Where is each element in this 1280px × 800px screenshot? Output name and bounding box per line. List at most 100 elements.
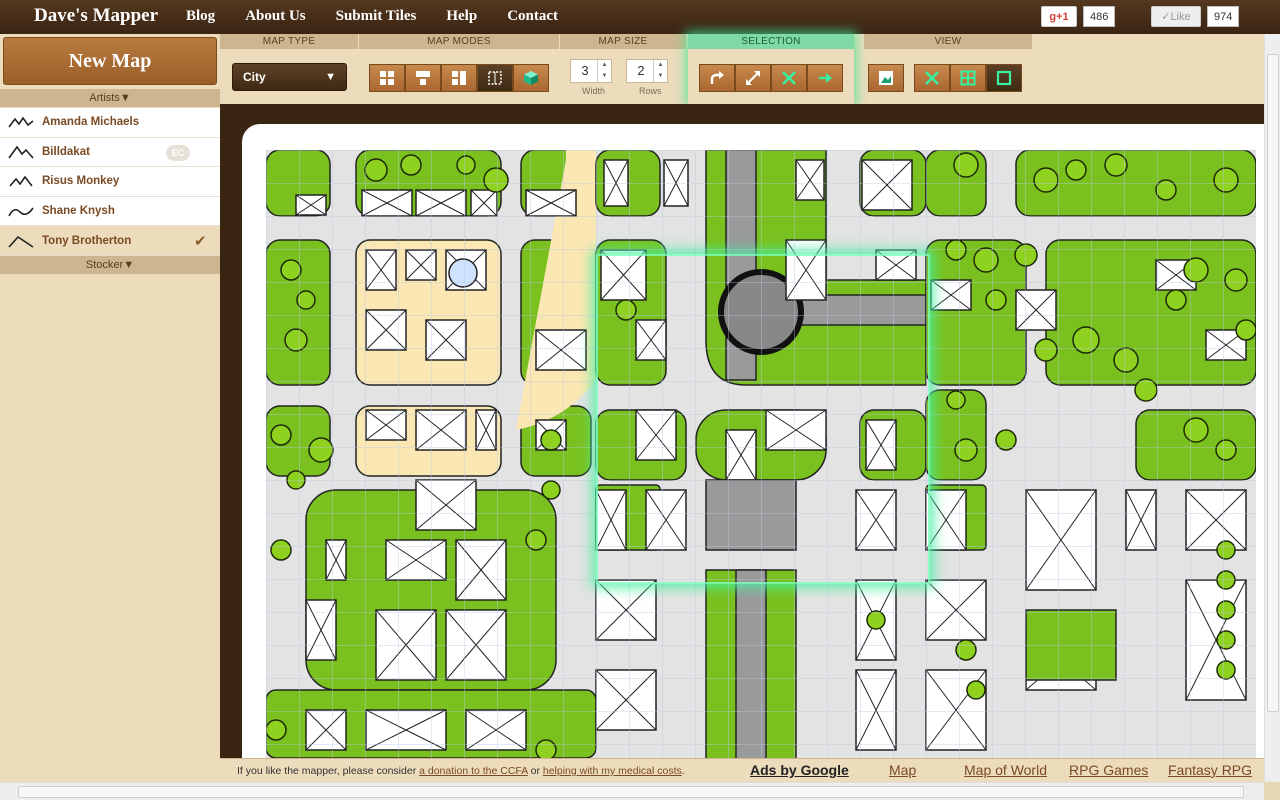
main-nav: Blog About Us Submit Tiles Help Contact [186, 8, 588, 25]
rows-stepper[interactable]: 2 ▲ ▼ [626, 59, 668, 83]
map-type-value: City [243, 70, 266, 84]
mixed-layout-icon [452, 71, 466, 85]
artist-item[interactable]: Billdakat EC [0, 138, 220, 168]
rows-down-arrow-icon[interactable]: ▼ [653, 71, 667, 82]
map-toolbar: MAP TYPE City ▼ MAP MODES MAP SIZE 3 ▲ ▼ [220, 34, 1264, 104]
artist-mountain-icon [8, 207, 34, 217]
close-x-icon [925, 71, 939, 85]
rotate-arrow-icon [710, 71, 724, 84]
like-button[interactable]: ✓ Like [1151, 6, 1201, 27]
rows-value: 2 [637, 63, 645, 78]
swap-tile-button[interactable] [735, 64, 771, 92]
ad-link-rpg-games[interactable]: RPG Games [1069, 762, 1148, 778]
map-size-label: MAP SIZE [560, 34, 686, 49]
top-navigation-bar: Dave's Mapper Blog About Us Submit Tiles… [0, 0, 1280, 34]
close-x-icon [782, 71, 796, 85]
vertical-scrollbar[interactable] [1264, 34, 1280, 782]
rows-up-arrow-icon[interactable]: ▲ [653, 60, 667, 71]
map-size-group: MAP SIZE 3 ▲ ▼ 2 ▲ ▼ Width Rows [560, 34, 686, 104]
map-type-select[interactable]: City ▼ [232, 63, 347, 91]
google-plus-widget: g +1 486 [1041, 6, 1116, 27]
nav-submit-tiles[interactable]: Submit Tiles [336, 8, 417, 25]
google-plus-count: 486 [1083, 6, 1116, 27]
width-value: 3 [581, 63, 589, 78]
next-tile-button[interactable] [807, 64, 843, 92]
mode-tee-button[interactable] [405, 64, 441, 92]
ccfa-donation-link[interactable]: a donation to the CCFA [419, 765, 528, 777]
artist-name: Amanda Michaels [42, 116, 140, 129]
nav-help[interactable]: Help [446, 8, 477, 25]
city-map[interactable] [266, 150, 1256, 758]
width-up-arrow-icon[interactable]: ▲ [597, 60, 611, 71]
artist-badge: EC [166, 144, 190, 161]
view-no-grid-button[interactable] [914, 64, 950, 92]
artist-mountain-icon [8, 145, 34, 159]
nav-about-us[interactable]: About Us [245, 8, 305, 25]
brand-title[interactable]: Dave's Mapper [34, 5, 158, 27]
sidebar: New Map Artists▼ Amanda Michaels Billdaka… [0, 34, 220, 800]
view-group: VIEW [864, 34, 1032, 104]
donation-suffix: . [681, 765, 685, 777]
like-check-icon: ✓ [1161, 11, 1171, 23]
map-modes-group: MAP MODES [359, 34, 559, 104]
width-label: Width [582, 86, 606, 96]
artist-name: Risus Monkey [42, 175, 120, 188]
chevron-down-icon: ▼ [325, 71, 336, 83]
like-count: 974 [1207, 6, 1240, 27]
nav-blog[interactable]: Blog [186, 8, 215, 25]
horizontal-scroll-thumb[interactable] [18, 786, 1244, 798]
medical-costs-link[interactable]: helping with my medical costs [543, 765, 682, 777]
grid-four-icon [380, 71, 394, 85]
mode-dungeon-button[interactable] [477, 64, 513, 92]
view-border-button[interactable] [986, 64, 1022, 92]
selection-label: SELECTION [688, 34, 854, 49]
stocker-section-toggle[interactable]: Stocker▼ [0, 256, 220, 274]
width-stepper[interactable]: 3 ▲ ▼ [570, 59, 612, 83]
selection-group: SELECTION [688, 34, 854, 104]
donation-mid: or [527, 765, 543, 777]
width-down-arrow-icon[interactable]: ▼ [597, 71, 611, 82]
new-map-button[interactable]: New Map [3, 37, 217, 85]
check-icon: ✔ [194, 234, 207, 251]
google-plus-button[interactable]: g +1 [1041, 6, 1077, 27]
horizontal-scrollbar[interactable] [0, 782, 1264, 800]
google-plus-label: +1 [1056, 10, 1069, 23]
ad-link-map-of-world[interactable]: Map of World [964, 762, 1047, 778]
mode-mixed-button[interactable] [441, 64, 477, 92]
map-type-label: MAP TYPE [220, 34, 358, 49]
artist-item[interactable]: Shane Knysh [0, 197, 220, 227]
artist-item[interactable]: Risus Monkey [0, 167, 220, 197]
vertical-scroll-thumb[interactable] [1267, 54, 1279, 712]
rows-label: Rows [639, 86, 662, 96]
square-outline-icon [996, 70, 1012, 86]
remove-tile-button[interactable] [771, 64, 807, 92]
map-type-group: MAP TYPE City ▼ [220, 34, 358, 104]
ad-link-map[interactable]: Map [889, 762, 916, 778]
mode-grid-button[interactable] [369, 64, 405, 92]
artist-mountain-icon [9, 176, 33, 188]
view-label: VIEW [864, 34, 1032, 49]
map-modes-label: MAP MODES [359, 34, 559, 49]
save-image-button[interactable] [868, 64, 904, 92]
rotate-tile-button[interactable] [699, 64, 735, 92]
artist-item[interactable]: Amanda Michaels [0, 108, 220, 138]
ad-link-fantasy-rpg[interactable]: Fantasy RPG [1168, 762, 1252, 778]
ads-by-google-link[interactable]: Ads by Google [750, 762, 849, 778]
swap-arrows-icon [746, 71, 760, 85]
like-label: Like [1170, 10, 1191, 23]
nav-contact[interactable]: Contact [507, 8, 558, 25]
artist-item[interactable]: Tony Brotherton ✔ [0, 226, 220, 256]
mode-3d-button[interactable] [513, 64, 549, 92]
artists-list: Amanda Michaels Billdakat EC Risus Monkey Sh… [0, 108, 220, 256]
artist-name: Tony Brotherton [42, 234, 132, 247]
artist-name: Shane Knysh [42, 205, 115, 218]
grid-icon [960, 70, 976, 86]
google-plus-icon: g [1049, 10, 1057, 23]
artists-section-toggle[interactable]: Artists▼ [0, 89, 220, 107]
artist-mountain-icon [8, 116, 34, 128]
artist-mountain-icon [8, 235, 34, 248]
artist-name: Billdakat [42, 145, 90, 158]
tee-layout-icon [416, 71, 430, 85]
view-grid-button[interactable] [950, 64, 986, 92]
footer-bar: If you like the mapper, please consider … [220, 758, 1264, 782]
